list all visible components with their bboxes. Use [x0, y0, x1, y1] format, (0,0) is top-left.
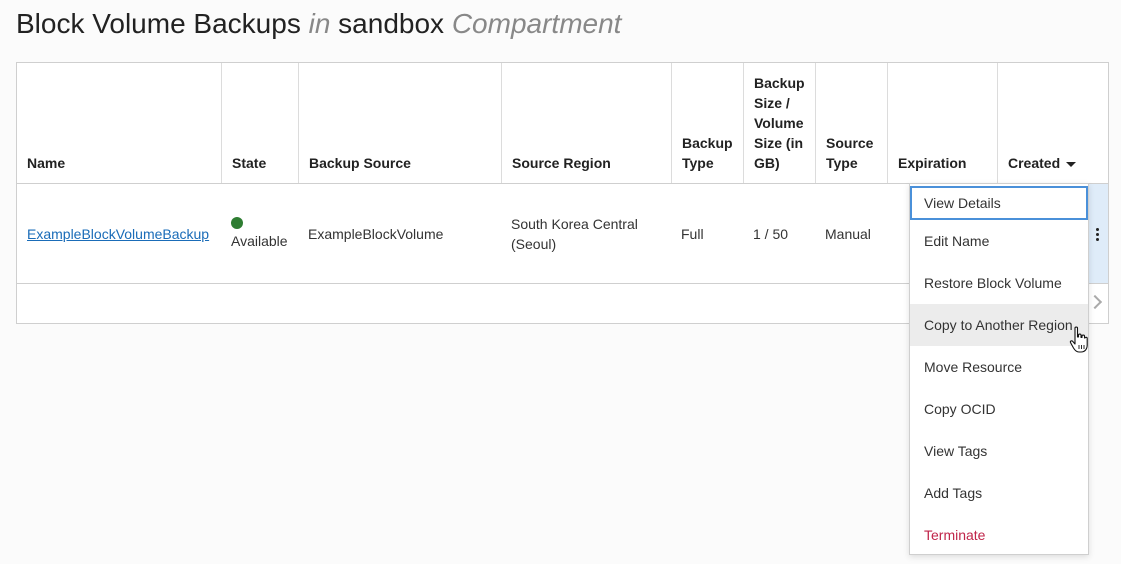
kebab-menu-icon — [1096, 228, 1100, 243]
backup-name-link[interactable]: ExampleBlockVolumeBackup — [27, 226, 209, 242]
page-title: Block Volume Backups in sandbox Compartm… — [16, 8, 621, 40]
menu-item-view-details[interactable]: View Details — [910, 186, 1088, 220]
sort-caret-down-icon — [1066, 161, 1077, 167]
menu-item-copy-to-another-region[interactable]: Copy to Another Region — [910, 304, 1088, 346]
menu-item-move-resource[interactable]: Move Resource — [910, 346, 1088, 388]
column-header-source-region[interactable]: Source Region — [501, 63, 671, 183]
title-compartment-word: Compartment — [451, 8, 622, 39]
title-main: Block Volume Backups — [16, 8, 301, 39]
column-header-name[interactable]: Name — [17, 63, 221, 183]
menu-item-view-tags[interactable]: View Tags — [910, 430, 1088, 472]
cell-size: 1 / 50 — [753, 225, 789, 242]
menu-item-terminate[interactable]: Terminate — [910, 514, 1088, 556]
state-text: Available — [231, 232, 288, 249]
cell-backup-type: Full — [681, 225, 704, 242]
chevron-right-icon[interactable] — [1087, 294, 1103, 310]
menu-item-edit-name[interactable]: Edit Name — [910, 220, 1088, 262]
row-actions-menu: View Details Edit Name Restore Block Vol… — [909, 183, 1089, 555]
table-header: Name State Backup Source Source Region B… — [17, 63, 1108, 184]
column-header-backup-source[interactable]: Backup Source — [298, 63, 501, 183]
menu-item-add-tags[interactable]: Add Tags — [910, 472, 1088, 514]
hand-pointer-cursor-icon — [1069, 326, 1088, 353]
title-compartment-name: sandbox — [338, 8, 445, 39]
row-actions-button[interactable] — [1088, 184, 1108, 283]
created-label: Created — [1008, 155, 1061, 171]
menu-item-copy-ocid[interactable]: Copy OCID — [910, 388, 1088, 430]
title-in: in — [308, 8, 331, 39]
cell-source-region: South Korea Central (Seoul) — [511, 215, 638, 252]
column-header-source-type[interactable]: Source Type — [815, 63, 887, 183]
status-dot-icon — [231, 216, 243, 229]
cell-backup-source: ExampleBlockVolume — [308, 225, 444, 242]
cell-name: ExampleBlockVolumeBackup — [17, 184, 221, 283]
column-header-expiration[interactable]: Expiration — [887, 63, 997, 183]
cell-state: Available — [221, 184, 298, 283]
column-header-state[interactable]: State — [221, 63, 298, 183]
cell-source-type: Manual — [825, 225, 871, 242]
column-header-size[interactable]: Backup Size / Volume Size (in GB) — [743, 63, 815, 183]
column-header-created[interactable]: Created — [997, 63, 1108, 183]
column-header-backup-type[interactable]: Backup Type — [671, 63, 743, 183]
menu-item-restore-block-volume[interactable]: Restore Block Volume — [910, 262, 1088, 304]
